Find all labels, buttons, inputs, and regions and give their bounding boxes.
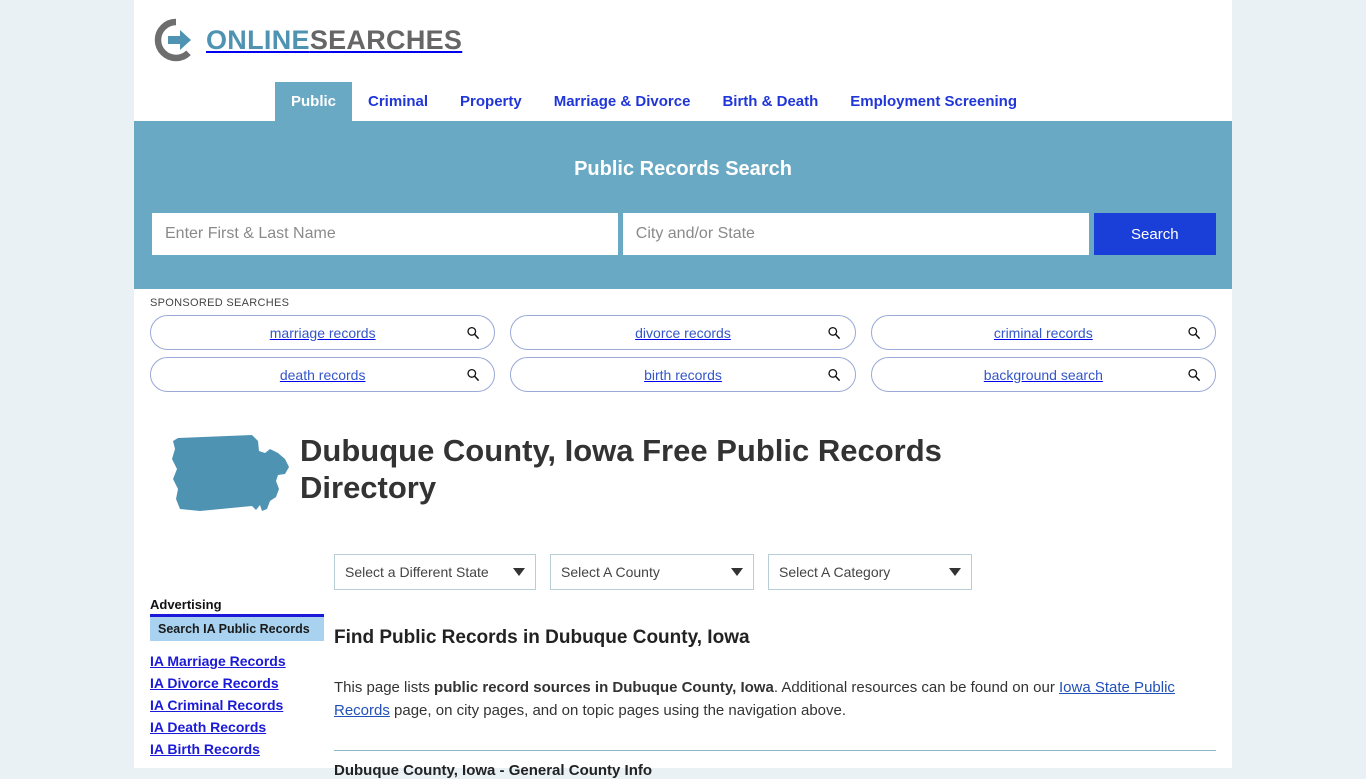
category-select[interactable]: Select A Category [768,554,972,590]
magnifier-icon [1187,368,1201,382]
chevron-down-icon [513,568,525,576]
location-search-input[interactable] [622,213,1089,255]
magnifier-icon [827,368,841,382]
nav-item-property[interactable]: Property [444,82,538,121]
sidebar-link-ia-birth-records[interactable]: IA Birth Records [150,741,324,757]
sponsored-row-2: death records birth records background s… [150,357,1216,392]
sponsored-chip-label: criminal records [993,324,1093,341]
sponsored-chip-death-records[interactable]: death records [150,357,496,392]
page-title-block: Dubuque County, Iowa Free Public Records… [134,399,1232,524]
category-select-label: Select A Category [779,564,891,580]
intro-text-mid: . Additional resources can be found on o… [773,679,1060,696]
sponsored-chip-label: death records [279,366,366,383]
sponsored-searches-label: SPONSORED SEARCHES [150,297,290,309]
sponsored-chip-label: background search [983,366,1103,383]
search-button[interactable]: Search [1093,213,1216,255]
state-select-label: Select a Different State [345,564,489,580]
intro-paragraph: This page lists public record sources in… [334,677,1184,722]
logo-text-online: ONLINE [206,24,310,55]
main-content: Select a Different State Select A County… [324,524,1232,779]
magnifier-icon [827,326,841,340]
name-search-input[interactable] [152,213,618,255]
advertising-links: IA Marriage Records IA Divorce Records I… [150,653,324,757]
nav-item-birth-death[interactable]: Birth & Death [706,82,834,121]
search-form: Search [152,213,1216,255]
subsection-heading: Dubuque County, Iowa - General County In… [334,762,653,779]
sponsored-chip-label: marriage records [269,324,376,341]
sponsored-chip-label: divorce records [635,324,731,341]
content-divider [334,750,1216,751]
sponsored-searches: SPONSORED SEARCHES marriage records divo… [134,289,1232,392]
nav-item-employment-screening[interactable]: Employment Screening [834,82,1033,121]
sponsored-chip-birth-records[interactable]: birth records [510,357,856,392]
logo-text-searches: SEARCHES [309,24,463,55]
state-select[interactable]: Select a Different State [334,554,536,590]
nav-item-criminal[interactable]: Criminal [352,82,444,121]
intro-text-pre: This page lists [334,679,435,696]
page-body: Advertising Search IA Public Records IA … [134,524,1232,779]
circle-arrow-icon [154,18,198,62]
search-panel-title: Public Records Search [574,158,792,180]
sponsored-chip-divorce-records[interactable]: divorce records [510,315,856,350]
sidebar-link-ia-marriage-records[interactable]: IA Marriage Records [150,653,324,669]
magnifier-icon [466,326,480,340]
county-select-label: Select A County [561,564,660,580]
sidebar-link-ia-death-records[interactable]: IA Death Records [150,719,324,735]
sidebar-link-ia-criminal-records[interactable]: IA Criminal Records [150,697,324,713]
sponsored-chip-background-search[interactable]: background search [870,357,1216,392]
chevron-down-icon [731,568,743,576]
intro-text-bold: public record sources in Dubuque County,… [434,679,774,696]
county-select[interactable]: Select A County [550,554,754,590]
nav-item-public[interactable]: Public [275,82,353,121]
sidebar-link-ia-divorce-records[interactable]: IA Divorce Records [150,675,324,691]
section-heading: Find Public Records in Dubuque County, I… [334,627,750,648]
filter-selectors: Select a Different State Select A County… [334,554,1216,590]
sponsored-chip-marriage-records[interactable]: marriage records [150,315,496,350]
public-records-search-panel: Public Records Search Search [134,124,1232,289]
sponsored-chip-label: birth records [644,366,722,383]
nav-item-marriage-divorce[interactable]: Marriage & Divorce [538,82,707,121]
chevron-down-icon [949,568,961,576]
page-title: Dubuque County, Iowa Free Public Records… [300,433,942,505]
advertising-title: Advertising [150,597,222,612]
sponsored-row-1: marriage records divorce records crimina… [150,315,1216,350]
magnifier-icon [466,368,480,382]
page-container: ONLINESEARCHES Public Criminal Property … [134,0,1232,779]
magnifier-icon [1187,326,1201,340]
main-navigation: Public Criminal Property Marriage & Divo… [134,82,1232,124]
iowa-state-map-icon [166,427,300,524]
site-logo[interactable]: ONLINESEARCHES [154,18,462,62]
advertising-sidebar: Advertising Search IA Public Records IA … [134,524,324,779]
advertising-banner[interactable]: Search IA Public Records [150,617,324,641]
sponsored-chip-criminal-records[interactable]: criminal records [870,315,1216,350]
intro-text-post: page, on city pages, and on topic pages … [389,701,847,719]
site-header: ONLINESEARCHES [134,0,1232,82]
